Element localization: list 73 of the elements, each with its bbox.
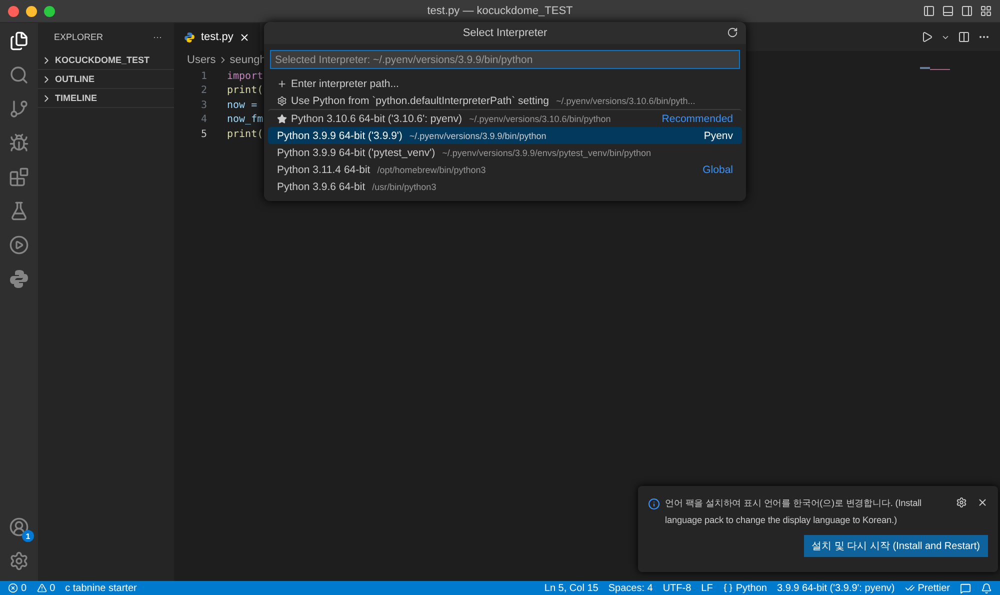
status-item[interactable]: Python <box>722 582 767 594</box>
status-item[interactable]: LF <box>701 582 713 594</box>
zoom-button[interactable] <box>44 6 55 16</box>
interpreter-option[interactable]: Python 3.9.6 64-bit /usr/bin/python3 <box>268 178 742 195</box>
install-button[interactable]: 설치 및 다시 시작 (Install and Restart) <box>804 535 988 557</box>
picker-title: Select Interpreter <box>462 27 548 39</box>
play-icon[interactable] <box>9 235 29 255</box>
python-icon[interactable] <box>9 269 29 289</box>
search-icon[interactable] <box>9 65 29 85</box>
code-text: now_fm <box>227 114 264 126</box>
flask-icon[interactable] <box>9 201 29 221</box>
info-icon <box>648 498 660 510</box>
code-text: print( <box>227 85 264 96</box>
layout-icon[interactable] <box>980 5 992 17</box>
run-icon[interactable] <box>921 31 933 43</box>
code-text: print( <box>227 128 264 140</box>
interpreter-option[interactable]: Enter interpreter path... <box>268 75 742 92</box>
editor-tab[interactable]: test.py <box>174 23 260 51</box>
section-title: KOCUCKDOME_TEST <box>55 55 150 65</box>
double-check-icon <box>904 583 915 593</box>
python-file-icon <box>184 32 195 42</box>
debug-icon[interactable] <box>9 133 29 153</box>
minimap-drawing <box>920 66 950 72</box>
line-number: 3 <box>200 100 207 111</box>
settings-icon[interactable] <box>956 497 967 508</box>
notification-badge: 1 <box>22 530 34 542</box>
close-icon[interactable] <box>239 32 250 42</box>
refresh-icon[interactable] <box>727 27 738 38</box>
window-title: test.py — kocuckdome_TEST <box>426 5 574 17</box>
braces-icon <box>722 583 733 593</box>
interpreter-input[interactable]: Selected Interpreter: ~/.pyenv/versions/3.9.9/bin/python <box>270 50 740 69</box>
error-icon <box>8 583 18 593</box>
status-item[interactable]: 0 <box>36 582 56 594</box>
gear-icon <box>277 96 287 106</box>
line-number: 5 <box>200 128 207 140</box>
minimize-button[interactable] <box>26 6 37 16</box>
feedback-icon[interactable] <box>960 582 971 594</box>
status-item[interactable]: 0 <box>8 582 27 594</box>
status-item[interactable]: UTF-8 <box>662 582 692 594</box>
more-button[interactable]: ··· <box>153 32 162 42</box>
close-button[interactable] <box>8 6 19 16</box>
section-title: TIMELINE <box>55 93 97 103</box>
close-icon[interactable] <box>977 497 988 508</box>
star-icon <box>277 114 287 124</box>
code-text: now = <box>227 100 258 111</box>
bell-icon[interactable] <box>981 582 992 594</box>
status-item[interactable]: 3.9.9 64-bit ('3.9.9': pyenv) <box>776 582 895 594</box>
panel-right-icon[interactable] <box>961 5 973 17</box>
account-icon[interactable] <box>9 517 29 537</box>
status-item[interactable]: Ln 5, Col 15 <box>544 582 598 594</box>
interpreter-option[interactable]: Python 3.9.9 64-bit ('pytest_venv') ~/.pyenv/versions/3.9.9/envs/pytest_venv/bin/python <box>268 144 742 161</box>
line-number: 4 <box>200 114 207 126</box>
interpreter-option[interactable]: Python 3.11.4 64-bit /opt/homebrew/bin/python3 Global <box>268 161 742 178</box>
panel-left-icon[interactable] <box>923 5 935 17</box>
sidebar-title: EXPLORER <box>54 32 104 42</box>
section-title: OUTLINE <box>55 74 94 84</box>
status-item[interactable]: Spaces: 4 <box>608 582 653 594</box>
branch-icon[interactable] <box>9 99 29 119</box>
files-icon[interactable] <box>9 31 29 51</box>
interpreter-option[interactable]: Use Python from `python.defaultInterpreterPath` setting ~/.pyenv/versions/3.10.6/bin/pyth... <box>268 92 742 109</box>
notification-message: 언어 팩을 설치하여 표시 언어를 한국어(으)로 변경합니다. (Install language pack to change the display language to Korean.) <box>665 497 923 527</box>
status-item[interactable]: Prettier <box>904 582 950 594</box>
interpreter-option[interactable]: Python 3.9.9 64-bit ('3.9.9') ~/.pyenv/versions/3.9.9/bin/python Pyenv <box>268 127 742 144</box>
status-item[interactable]: c tabnine starter <box>65 582 137 594</box>
code-text: import <box>227 70 264 82</box>
line-number: 2 <box>200 85 207 96</box>
warning-icon <box>36 583 47 593</box>
split-editor-icon[interactable] <box>958 31 970 43</box>
breadcrumb-item[interactable]: Users <box>187 54 216 66</box>
extensions-icon[interactable] <box>9 167 29 187</box>
panel-bottom-icon[interactable] <box>942 5 954 17</box>
line-number: 1 <box>200 70 207 82</box>
plus-icon <box>277 78 287 88</box>
